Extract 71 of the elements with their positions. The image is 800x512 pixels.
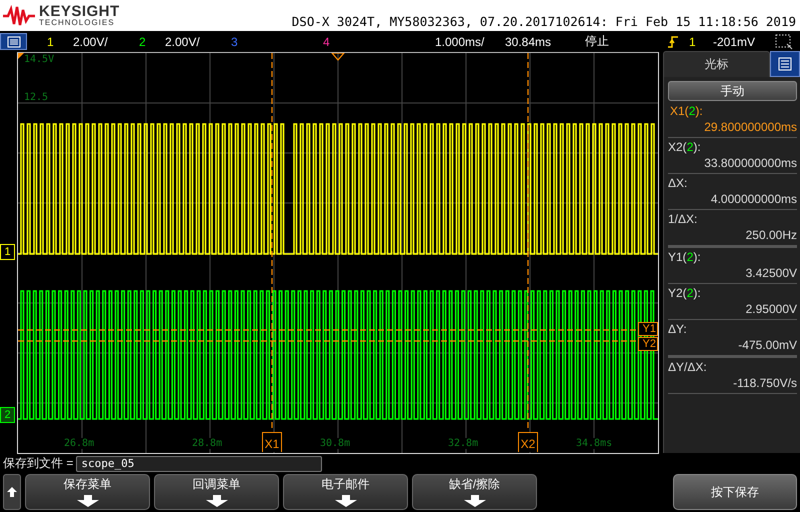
- grid-label: 14.5V: [24, 54, 54, 65]
- cursor-marker[interactable]: Y1: [638, 322, 658, 336]
- trigger-level: -201mV: [713, 34, 756, 48]
- readout-value: -475.00mV: [737, 337, 797, 354]
- readout-label: 1/ΔX:: [668, 211, 698, 227]
- readout-value: 33.800000000ms: [703, 155, 797, 172]
- channel-scale: 2.00V/: [165, 34, 201, 48]
- softkey[interactable]: 电子邮件: [283, 474, 408, 510]
- menu-button[interactable]: [0, 33, 27, 50]
- cursor-line[interactable]: [18, 340, 638, 342]
- channel-number[interactable]: 4: [323, 34, 349, 48]
- readout-label: X1(2):: [670, 103, 704, 119]
- channel-number[interactable]: 1: [47, 34, 73, 48]
- brand-subtitle: TECHNOLOGIES: [39, 19, 116, 27]
- time-label: 26.8m: [63, 438, 96, 449]
- readout-label: ΔX:: [668, 175, 688, 191]
- time-label: 28.8m: [191, 438, 224, 449]
- channel-number[interactable]: 3: [231, 34, 257, 48]
- cursor-line[interactable]: [271, 53, 273, 431]
- channel-ground-marker[interactable]: 1: [0, 244, 15, 260]
- logo-wave-icon: [2, 4, 36, 26]
- corner-marker-icon: [18, 53, 24, 59]
- channel-ground-marker[interactable]: 2: [0, 407, 15, 423]
- file-name-field[interactable]: scope_05: [76, 456, 322, 472]
- readout-label: ΔY:: [668, 321, 688, 337]
- channel-scale: 2.00V/: [73, 34, 109, 48]
- channel-number[interactable]: 2: [139, 34, 165, 48]
- readout-label: Y2(2):: [668, 285, 702, 301]
- rising-edge-icon: [667, 34, 679, 48]
- cursor-marker[interactable]: Y2: [638, 337, 658, 351]
- down-arrow-icon: [464, 495, 486, 507]
- readout-value: 250.00Hz: [744, 227, 797, 244]
- menu-tab[interactable]: [770, 51, 800, 77]
- readout-label: ΔY/ΔX:: [668, 359, 708, 375]
- panel-tab[interactable]: 光标: [663, 51, 770, 77]
- softkey[interactable]: 保存菜单: [25, 474, 150, 510]
- readout-label: Y1(2):: [668, 249, 702, 265]
- down-arrow-icon: [334, 495, 356, 507]
- down-arrow-icon: [206, 495, 228, 507]
- save-button[interactable]: 按下保存: [673, 474, 797, 510]
- back-button[interactable]: [3, 474, 21, 510]
- grid-label: 12.5: [24, 92, 48, 103]
- dotted-square-icon[interactable]: [775, 34, 793, 50]
- delay: 30.84ms: [505, 34, 552, 48]
- cursor-marker[interactable]: X1: [262, 432, 282, 452]
- time-label: 34.8ms: [575, 438, 614, 449]
- readout-value: -118.750V/s: [732, 375, 797, 392]
- readout-value: 29.800000000ms: [703, 119, 797, 136]
- trigger-source: 1: [689, 34, 697, 48]
- time-label: 30.8m: [319, 438, 352, 449]
- menu-icon: [6, 36, 20, 48]
- down-arrow-icon: [76, 495, 98, 507]
- window-title: DSO-X 3024T, MY58032363, 07.20.2017102614: Fri Feb 15 11:18:56 2019: [292, 14, 796, 31]
- time-label: 32.8m: [447, 438, 480, 449]
- up-arrow-icon: [7, 486, 17, 498]
- timebase: 1.000ms/: [435, 34, 486, 48]
- readout-value: 3.42500V: [744, 265, 797, 282]
- save-to-file-label: 保存到文件 =: [3, 455, 74, 472]
- readout-value: 2.95000V: [744, 301, 797, 318]
- trigger-position-icon: [330, 53, 346, 61]
- menu-icon: [778, 57, 792, 71]
- brand-name: KEYSIGHT: [39, 4, 120, 19]
- softkey[interactable]: 回调菜单: [154, 474, 279, 510]
- cursor-marker[interactable]: X2: [518, 432, 538, 452]
- readout-label: X2(2):: [668, 139, 702, 155]
- cursor-line[interactable]: [527, 53, 529, 431]
- run-state: 停止: [585, 33, 610, 50]
- cursor-line[interactable]: [18, 329, 638, 331]
- readout-value: 4.000000000ms: [710, 191, 797, 208]
- softkey[interactable]: 缺省/擦除: [412, 474, 537, 510]
- mode-button[interactable]: 手动: [668, 81, 797, 101]
